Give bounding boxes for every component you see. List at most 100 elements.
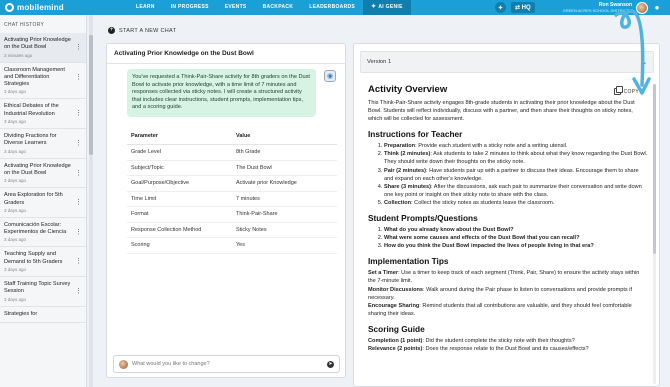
chat-history-item[interactable]: Teaching Supply and Demand to 5th Grader… (0, 247, 86, 278)
table-cell: Activate prior Knowledge (232, 175, 337, 192)
table-row: Grade Level 8th Grade (127, 144, 337, 161)
sidebar-scrollbar-thumb[interactable] (89, 35, 93, 155)
parameters-table: Parameter Value Grade Level 8th Grade Sub… (127, 128, 337, 254)
kebab-menu-icon[interactable]: ⋮ (75, 222, 82, 243)
kebab-menu-icon[interactable]: ⋮ (75, 67, 82, 95)
nav-learn[interactable]: LEARN (128, 0, 163, 15)
list-item: What do you already know about the Dust … (384, 226, 648, 234)
kebab-menu-icon[interactable]: ⋮ (75, 37, 82, 58)
nav-events[interactable]: EVENTS (217, 0, 255, 15)
tip-bold: Encourage Sharing (368, 302, 420, 309)
kebab-menu-icon[interactable]: ⋮ (75, 103, 82, 124)
table-cell: Time Limit (127, 191, 232, 207)
chat-history-sidebar: CHAT HISTORY Activating Prior Knowledge … (0, 15, 87, 387)
chat-history-item-title: Dividing Fractions for Diverse Learners (4, 133, 57, 147)
chat-history-item[interactable]: Activating Prior Knowledge on the Dust B… (0, 159, 86, 189)
chat-history-item[interactable]: Ethical Debates of the Industrial Revolu… (0, 99, 86, 130)
list-item-text: : Provide each student with a sticky not… (415, 143, 568, 150)
overview-heading: Activity Overview (368, 84, 448, 95)
list-item-bold: Share (3 minutes) (384, 183, 431, 190)
table-cell: Yes (232, 237, 337, 254)
kebab-menu-icon[interactable]: ⋮ (75, 251, 82, 272)
table-row: Scoring Yes (127, 237, 337, 254)
list-item: Pair (2 minutes): Have students pair up … (384, 167, 648, 183)
tip: Encourage Sharing: Remind students that … (368, 302, 648, 318)
chat-history-item[interactable]: Dividing Fractions for Diverse Learners 3… (0, 129, 86, 159)
logo-text: mobilemind (17, 3, 64, 12)
chat-history-item[interactable]: Staff Training Topic Survey Session 3 day… (0, 277, 86, 307)
nav-leaderboards[interactable]: LEADERBOARDS (301, 0, 363, 15)
list-item: Preparation: Provide each student with a… (384, 142, 648, 150)
chat-history-item-date: 3 days ago (4, 296, 27, 302)
document-scrollbar-thumb[interactable] (653, 84, 656, 254)
person-icon[interactable]: ● (652, 3, 662, 13)
chat-input[interactable] (132, 361, 327, 367)
chat-history-item-title: Activating Prior Knowledge on the Dust B… (4, 37, 71, 51)
sparkle-icon: ✦ (371, 4, 377, 10)
assistant-message: You've requested a Think-Pair-Share acti… (127, 69, 336, 117)
chat-history-item-date: 3 days ago (4, 267, 27, 273)
prompt-text: What were some causes and effects of the… (384, 235, 580, 242)
sidebar-scrollbar[interactable] (89, 15, 93, 387)
chat-history-item[interactable]: Classroom Management and Differentiation… (0, 63, 86, 100)
scoring-bold: Completion (1 point) (368, 337, 423, 344)
annotation-arrow-icon (614, 9, 651, 95)
version-select[interactable]: Version 1 ⌄ (360, 51, 654, 73)
table-row: Format Think-Pair-Share (127, 206, 337, 223)
chat-history-item[interactable]: Area Exploration for 5th Graders 3 days a… (0, 188, 86, 218)
scoring-heading: Scoring Guide (368, 323, 425, 334)
kebab-menu-icon[interactable]: ⋮ (75, 133, 82, 154)
plus-icon: + (108, 27, 115, 34)
nav-in-progress[interactable]: IN PROGRESS (163, 0, 217, 15)
kebab-menu-icon[interactable]: ⋮ (75, 192, 82, 213)
kebab-menu-icon[interactable]: ⋮ (75, 281, 82, 302)
start-new-chat-button[interactable]: + START A NEW CHAT (108, 27, 176, 34)
hq-button[interactable]: ⇄ HQ (510, 2, 535, 13)
nav-ai-genie-label: AI GENIE (378, 4, 403, 10)
list-item-bold: Think (2 minutes) (384, 151, 431, 158)
nav-backpack[interactable]: BACKPACK (255, 0, 302, 15)
table-cell: 8th Grade (232, 144, 337, 161)
list-item: Think (2 minutes): Ask students to take … (384, 150, 648, 166)
hq-label: HQ (521, 5, 531, 11)
chat-history-item[interactable]: Strategies for (0, 307, 86, 323)
chat-history-item[interactable]: Comunicación Escolar: Experimentos de Ci… (0, 218, 86, 248)
bot-avatar-icon: ◉ (324, 70, 336, 82)
document-scrollbar[interactable] (653, 84, 656, 384)
chat-input-bar[interactable]: ➤ (113, 355, 340, 373)
chat-history-item-title: Teaching Supply and Demand to 5th Grader… (4, 251, 63, 265)
logo[interactable]: mobilemind (0, 3, 100, 12)
overview-text: This Think-Pair-Share activity engages 8… (368, 100, 635, 123)
table-cell: Scoring (127, 237, 232, 254)
chat-panel: Activating Prior Knowledge on the Dust B… (106, 43, 346, 378)
chat-history-item-title: Activating Prior Knowledge on the Dust B… (4, 162, 71, 176)
table-row: Response Collection Method Sticky Notes (127, 222, 337, 238)
start-new-chat-label: START A NEW CHAT (119, 27, 177, 34)
table-row: Subject/Topic The Dust Bowl (127, 160, 337, 176)
scoring-item: Relevance (2 points): Does the response … (368, 345, 648, 353)
logo-icon (5, 3, 14, 12)
chat-history-item-title: Comunicación Escolar: Experimentos de Ci… (4, 221, 67, 236)
user-avatar (119, 359, 128, 369)
chat-history-item[interactable]: Activating Prior Knowledge on the Dust B… (0, 33, 86, 63)
kebab-menu-icon[interactable]: ⋮ (75, 163, 82, 184)
chat-history-item-title: Ethical Debates of the Industrial Revolu… (4, 103, 59, 117)
table-header: Parameter (127, 128, 232, 145)
send-icon[interactable]: ➤ (327, 360, 334, 368)
table-cell: Response Collection Method (127, 222, 232, 238)
prompt-text: How do you think the Dust Bowl impacted … (384, 243, 594, 250)
instructions-list: Preparation: Provide each student with a… (368, 142, 648, 207)
version-label: Version 1 (367, 59, 392, 65)
scoring-item: Completion (1 point): Did the student co… (368, 337, 648, 345)
chat-history-item-date: 3 days ago (4, 89, 27, 95)
table-cell: Format (127, 206, 232, 223)
list-item: Share (3 minutes): After the discussions… (384, 183, 648, 199)
tips-heading: Implementation Tips (368, 256, 449, 267)
chat-history-item-date: 3 days ago (4, 178, 27, 184)
prompt-text: What do you already know about the Dust … (384, 227, 514, 234)
notification-icon[interactable]: ✦ (494, 2, 506, 13)
chat-history-item-title: Classroom Management and Differentiation… (4, 66, 65, 88)
list-item: What were some causes and effects of the… (384, 234, 648, 242)
list-item: Collection: Collect the sticky notes as … (384, 199, 648, 207)
nav-ai-genie[interactable]: ✦ AI GENIE (363, 0, 411, 15)
